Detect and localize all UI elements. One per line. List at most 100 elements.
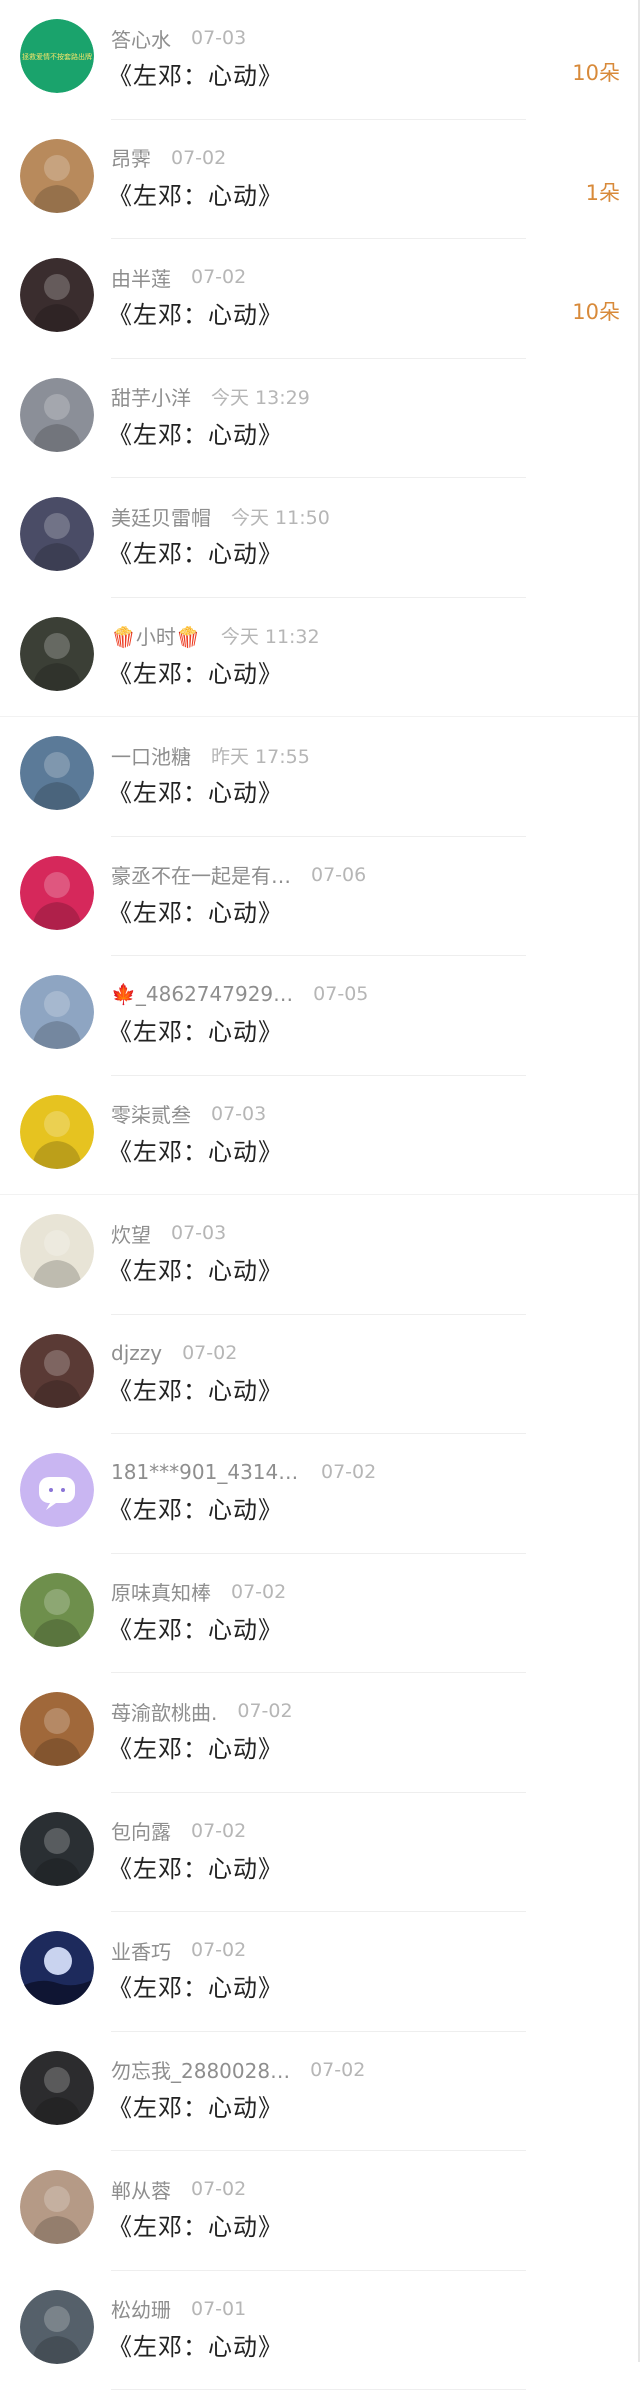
comment-header: 炊望07-03 <box>111 1220 226 1246</box>
timestamp: 07-02 <box>310 2059 365 2081</box>
book-title-link[interactable]: 《左邓：心动》 <box>108 176 283 211</box>
book-title-link[interactable]: 《左邓：心动》 <box>108 1012 283 1047</box>
list-item[interactable]: 包向露 07-02 《左邓：心动》 <box>0 1793 640 1913</box>
user-name[interactable]: 业香巧 <box>111 1936 171 1965</box>
flower-count: 10朵 <box>572 57 620 87</box>
timestamp: 07-05 <box>313 983 368 1005</box>
comment-header: 包向露 07-02 <box>111 1818 246 1844</box>
avatar[interactable] <box>20 736 94 810</box>
book-title-link[interactable]: 《左邓：心动》 <box>108 893 283 928</box>
timestamp: 07-02 <box>231 1581 286 1603</box>
list-item[interactable]: 郸从蓉07-02 《左邓：心动》 <box>0 2151 640 2271</box>
user-name[interactable]: 甜芋小洋 <box>111 382 191 411</box>
user-name[interactable]: 松幼珊 <box>111 2294 171 2323</box>
list-item[interactable]: 拯救爱情不按套路出牌答心水07-03《左邓：心动》10朵 <box>0 0 640 120</box>
comment-header: 豪丞不在一起是有…07-06 <box>111 862 366 888</box>
avatar[interactable] <box>20 856 94 930</box>
avatar-text: 拯救爱情不按套路出牌 <box>22 52 92 61</box>
timestamp: 07-02 <box>191 1820 246 1842</box>
user-name[interactable]: 豪丞不在一起是有… <box>111 860 291 889</box>
comment-header: 零柒贰叁07-03 <box>111 1101 266 1127</box>
avatar[interactable] <box>20 1931 94 2005</box>
book-title-link[interactable]: 《左邓：心动》 <box>108 654 283 689</box>
book-title-link[interactable]: 《左邓：心动》 <box>108 773 283 808</box>
list-item[interactable]: 甜芋小洋今天 13:29《左邓：心动》 <box>0 359 640 479</box>
book-title-link[interactable]: 《左邓：心动》 <box>108 56 283 91</box>
timestamp: 07-02 <box>321 1461 376 1483</box>
list-item[interactable]: 业香巧 07-02 《左邓：心动》 <box>0 1912 640 2032</box>
user-name[interactable]: 答心水 <box>111 24 171 53</box>
list-item[interactable]: djzzy07-02《左邓：心动》 <box>0 1315 640 1435</box>
list-item[interactable]: 零柒贰叁07-03 《左邓：心动》 <box>0 1076 640 1196</box>
list-item[interactable]: 松幼珊 07-01 《左邓：心动》 <box>0 2271 640 2390</box>
user-name[interactable]: 郸从蓉 <box>111 2175 171 2204</box>
user-name[interactable]: 一口池糖 <box>111 741 191 770</box>
book-title-link[interactable]: 《左邓：心动》 <box>108 1371 283 1406</box>
book-title-link[interactable]: 《左邓：心动》 <box>108 1729 283 1764</box>
avatar[interactable] <box>20 1334 94 1408</box>
book-title-link[interactable]: 《左邓：心动》 <box>108 1490 283 1525</box>
avatar[interactable] <box>20 617 94 691</box>
avatar[interactable] <box>20 1214 94 1288</box>
user-name[interactable]: 由半莲 <box>111 263 171 292</box>
avatar[interactable] <box>20 975 94 1049</box>
list-item[interactable]: 勿忘我_2880028… 07-02 《左邓：心动》 <box>0 2032 640 2152</box>
list-item[interactable]: 苺渝歆桃曲.07-02《左邓：心动》 <box>0 1673 640 1793</box>
comment-header: 勿忘我_2880028… 07-02 <box>111 2057 365 2083</box>
book-title-link[interactable]: 《左邓：心动》 <box>108 2327 283 2362</box>
list-item[interactable]: 炊望07-03 《左邓：心动》 <box>0 1195 640 1315</box>
comment-header: 🍁_4862747929… 07-05 <box>111 981 368 1007</box>
user-name[interactable]: 零柒贰叁 <box>111 1099 191 1128</box>
timestamp: 07-02 <box>191 1939 246 1961</box>
list-item[interactable]: 181***901_43141… 07-02 《左邓：心动》 <box>0 1434 640 1554</box>
comment-header: 郸从蓉07-02 <box>111 2176 246 2202</box>
avatar[interactable] <box>20 378 94 452</box>
list-item[interactable]: 美廷贝雷帽今天 11:50 《左邓：心动》 <box>0 478 640 598</box>
avatar[interactable] <box>20 2170 94 2244</box>
avatar[interactable] <box>20 1812 94 1886</box>
book-title-link[interactable]: 《左邓：心动》 <box>108 1132 283 1167</box>
comment-header: 松幼珊 07-01 <box>111 2296 246 2322</box>
user-name[interactable]: 苺渝歆桃曲. <box>111 1697 217 1726</box>
avatar[interactable] <box>20 1453 94 1527</box>
user-name[interactable]: 181***901_43141… <box>111 1460 301 1484</box>
user-name[interactable]: djzzy <box>111 1341 162 1365</box>
book-title-link[interactable]: 《左邓：心动》 <box>108 1849 283 1884</box>
avatar[interactable] <box>20 1692 94 1766</box>
list-item[interactable]: 一口池糖昨天 17:55 《左邓：心动》 <box>0 717 640 837</box>
user-name[interactable]: 勿忘我_2880028… <box>111 2055 290 2084</box>
book-title-link[interactable]: 《左邓：心动》 <box>108 1610 283 1645</box>
book-title-link[interactable]: 《左邓：心动》 <box>108 1968 283 2003</box>
avatar[interactable] <box>20 2051 94 2125</box>
book-title-link[interactable]: 《左邓：心动》 <box>108 2207 283 2242</box>
avatar[interactable] <box>20 1095 94 1169</box>
avatar[interactable] <box>20 1573 94 1647</box>
avatar[interactable] <box>20 2290 94 2364</box>
list-item[interactable]: 昂霁07-02《左邓：心动》1朵 <box>0 120 640 240</box>
comment-header: 美廷贝雷帽今天 11:50 <box>111 503 330 529</box>
list-item[interactable]: 由半莲07-02《左邓：心动》10朵 <box>0 239 640 359</box>
list-item[interactable]: 🍁_4862747929… 07-05 《左邓：心动》 <box>0 956 640 1076</box>
timestamp: 昨天 17:55 <box>211 742 310 769</box>
list-item[interactable]: 🍿小时🍿今天 11:32《左邓：心动》 <box>0 598 640 718</box>
user-name[interactable]: 🍿小时🍿 <box>111 621 201 650</box>
user-name[interactable]: 炊望 <box>111 1219 151 1248</box>
user-name[interactable]: 昂霁 <box>111 143 151 172</box>
book-title-link[interactable]: 《左邓：心动》 <box>108 295 283 330</box>
comment-header: 原味真知棒 07-02 <box>111 1579 286 1605</box>
book-title-link[interactable]: 《左邓：心动》 <box>108 415 283 450</box>
list-item[interactable]: 原味真知棒 07-02 《左邓：心动》 <box>0 1554 640 1674</box>
user-name[interactable]: 美廷贝雷帽 <box>111 502 211 531</box>
avatar[interactable] <box>20 139 94 213</box>
user-name[interactable]: 原味真知棒 <box>111 1577 211 1606</box>
avatar[interactable] <box>20 258 94 332</box>
avatar[interactable]: 拯救爱情不按套路出牌 <box>20 19 94 93</box>
user-name[interactable]: 包向露 <box>111 1816 171 1845</box>
book-title-link[interactable]: 《左邓：心动》 <box>108 534 283 569</box>
book-title-link[interactable]: 《左邓：心动》 <box>108 2088 283 2123</box>
user-name[interactable]: 🍁_4862747929… <box>111 982 293 1006</box>
avatar[interactable] <box>20 497 94 571</box>
timestamp: 07-01 <box>191 2298 246 2320</box>
list-item[interactable]: 豪丞不在一起是有…07-06 《左邓：心动》 <box>0 837 640 957</box>
book-title-link[interactable]: 《左邓：心动》 <box>108 1251 283 1286</box>
